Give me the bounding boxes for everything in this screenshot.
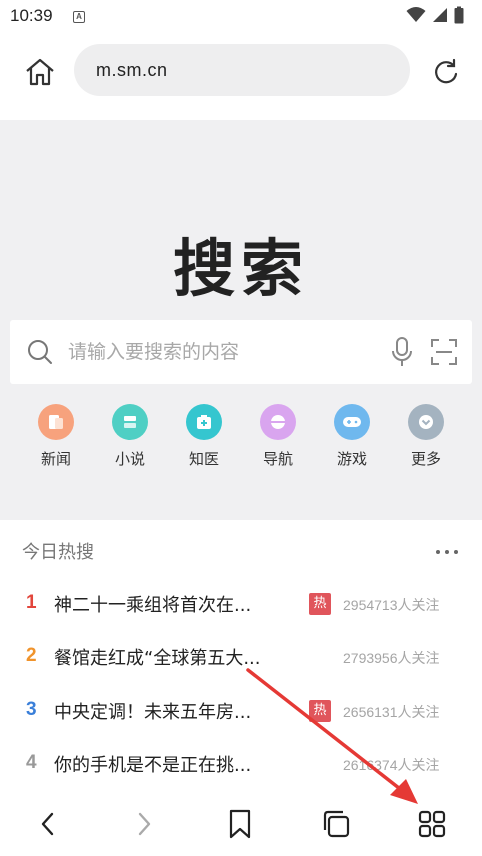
scan-icon[interactable]	[430, 338, 458, 366]
refresh-button[interactable]	[428, 54, 464, 90]
hot-badge: 热	[309, 593, 331, 615]
shortcut-label: 游戏	[336, 450, 367, 468]
bookmark-button[interactable]	[222, 806, 258, 842]
hot-count: 2616374人关注	[343, 757, 440, 773]
shortcut-game[interactable]: 游戏	[322, 404, 382, 469]
hot-search-item[interactable]: 3 中央定调！未来五年房... 热 2656131人关注	[0, 691, 482, 731]
hot-search-item[interactable]: 1 神二十一乘组将首次在... 热 2954713人关注	[0, 584, 482, 624]
shortcut-label: 导航	[262, 450, 293, 468]
tabs-icon	[323, 810, 350, 838]
chevron-left-icon	[41, 812, 54, 836]
hot-text: 神二十一乘组将首次在...	[54, 595, 252, 616]
hot-count: 2656131人关注	[343, 704, 440, 720]
hot-rank: 2	[26, 645, 37, 666]
a-icon: A	[73, 11, 85, 23]
bookmark-icon	[229, 809, 251, 839]
game-icon	[334, 404, 370, 440]
shortcut-label: 小说	[114, 450, 145, 468]
grid-menu-icon	[418, 810, 446, 838]
shortcut-label: 知医	[188, 450, 219, 468]
hot-text: 你的手机是不是正在挑...	[54, 755, 252, 776]
home-icon	[26, 58, 54, 86]
hot-search-section: 今日热搜 1 神二十一乘组将首次在... 热 2954713人关注 2 餐馆走红…	[0, 520, 482, 790]
search-box[interactable]	[10, 320, 472, 384]
url-field[interactable]: m.sm.cn	[74, 44, 410, 96]
status-icons	[406, 6, 464, 24]
hot-rank: 1	[26, 592, 37, 613]
address-bar: m.sm.cn	[0, 34, 482, 120]
hot-search-item[interactable]: 2 餐馆走红成“全球第五大... 2793956人关注	[0, 637, 482, 677]
hot-text: 中央定调！未来五年房...	[54, 702, 252, 723]
shortcut-grid: 新闻 小说 知医 导航 游戏 更多	[0, 404, 482, 484]
signal-icon	[433, 8, 447, 22]
novel-icon	[112, 404, 148, 440]
more-dots-icon[interactable]	[432, 542, 462, 562]
news-icon	[38, 404, 74, 440]
shortcut-novel[interactable]: 小说	[100, 404, 160, 469]
more-icon	[408, 404, 444, 440]
status-bar: 10:39 A	[0, 0, 482, 34]
hot-text: 餐馆走红成“全球第五大...	[54, 648, 261, 669]
shortcut-more[interactable]: 更多	[396, 404, 456, 469]
tabs-button[interactable]	[318, 806, 354, 842]
search-icon	[28, 340, 52, 364]
forward-button[interactable]	[126, 806, 162, 842]
battery-icon	[454, 6, 464, 24]
hero-section: 搜索 新闻 小说	[0, 120, 482, 520]
wifi-icon	[406, 7, 426, 22]
navigation-icon	[260, 404, 296, 440]
hot-search-title: 今日热搜	[22, 542, 94, 563]
hot-badge: 热	[309, 700, 331, 722]
hot-count: 2793956人关注	[343, 650, 440, 666]
hot-count: 2954713人关注	[343, 597, 440, 613]
chevron-right-icon	[138, 812, 151, 836]
search-input[interactable]	[68, 334, 328, 370]
url-text: m.sm.cn	[96, 59, 168, 80]
menu-button[interactable]	[414, 806, 450, 842]
shortcut-navigation[interactable]: 导航	[248, 404, 308, 469]
search-logo: 搜索	[172, 232, 309, 305]
hot-rank: 4	[26, 752, 37, 773]
hot-rank: 3	[26, 699, 37, 720]
refresh-icon	[435, 58, 458, 84]
back-button[interactable]	[30, 806, 66, 842]
hot-search-item[interactable]: 4 你的手机是不是正在挑... 2616374人关注	[0, 744, 482, 784]
status-time: 10:39	[10, 6, 53, 25]
home-button[interactable]	[22, 54, 58, 90]
shortcut-label: 更多	[410, 450, 441, 468]
shortcut-news[interactable]: 新闻	[26, 404, 86, 469]
bottom-nav	[0, 790, 482, 856]
mic-icon[interactable]	[390, 336, 414, 368]
shortcut-label: 新闻	[40, 450, 71, 468]
shortcut-medical[interactable]: 知医	[174, 404, 234, 469]
medical-icon	[186, 404, 222, 440]
